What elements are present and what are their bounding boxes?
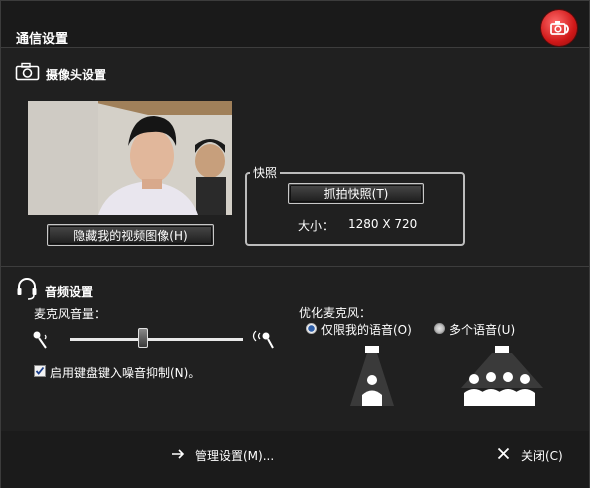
audio-section-title: 音频设置 [45, 285, 94, 299]
noise-suppression-checkbox[interactable] [34, 365, 46, 377]
section-divider [1, 266, 589, 267]
snapshot-size-label: 大小： [298, 219, 335, 233]
multiple-speakers-icon [459, 346, 545, 406]
multiple-voices-radio[interactable] [434, 323, 445, 334]
only-my-voice-label: 仅限我的语音(O) [321, 323, 412, 337]
settings-dialog: 通信设置 摄像头设置 隐藏我的视频图像(H) 快照 抓拍快照(T) 大小： 12… [0, 0, 590, 488]
mic-high-icon [251, 329, 277, 351]
close-icon [497, 447, 510, 460]
advanced-settings-link[interactable]: 管理设置(M)... [195, 447, 274, 464]
camera-icon [15, 62, 41, 82]
title-divider [1, 47, 589, 48]
snapshot-group-label: 快照 [250, 164, 281, 181]
arrow-right-icon [171, 447, 185, 461]
dialog-title: 通信设置 [16, 32, 69, 47]
app-logo-icon [541, 10, 577, 46]
capture-snapshot-button-label: 抓拍快照(T) [323, 187, 389, 201]
mic-volume-label: 麦克风音量： [34, 307, 107, 321]
camera-preview [28, 101, 232, 215]
hide-video-button[interactable]: 隐藏我的视频图像(H) [47, 224, 214, 246]
capture-snapshot-button[interactable]: 抓拍快照(T) [288, 183, 424, 204]
title-bar: 通信设置 [1, 1, 589, 47]
only-my-voice-radio[interactable] [306, 323, 317, 334]
noise-suppression-label: 启用键盘键入噪音抑制(N)。 [50, 366, 201, 380]
hide-video-button-label: 隐藏我的视频图像(H) [73, 228, 188, 243]
camera-section-title: 摄像头设置 [46, 68, 107, 82]
mic-volume-slider[interactable] [138, 328, 149, 348]
mic-volume-track [70, 338, 243, 341]
optimize-mic-label: 优化麦克风： [299, 306, 372, 320]
snapshot-size-value: 1280 X 720 [348, 217, 418, 231]
multiple-voices-label: 多个语音(U) [449, 323, 516, 337]
headset-icon [16, 276, 38, 300]
close-button[interactable]: 关闭(C) [521, 447, 563, 464]
mic-low-icon [31, 329, 57, 351]
single-speaker-icon [348, 346, 396, 406]
